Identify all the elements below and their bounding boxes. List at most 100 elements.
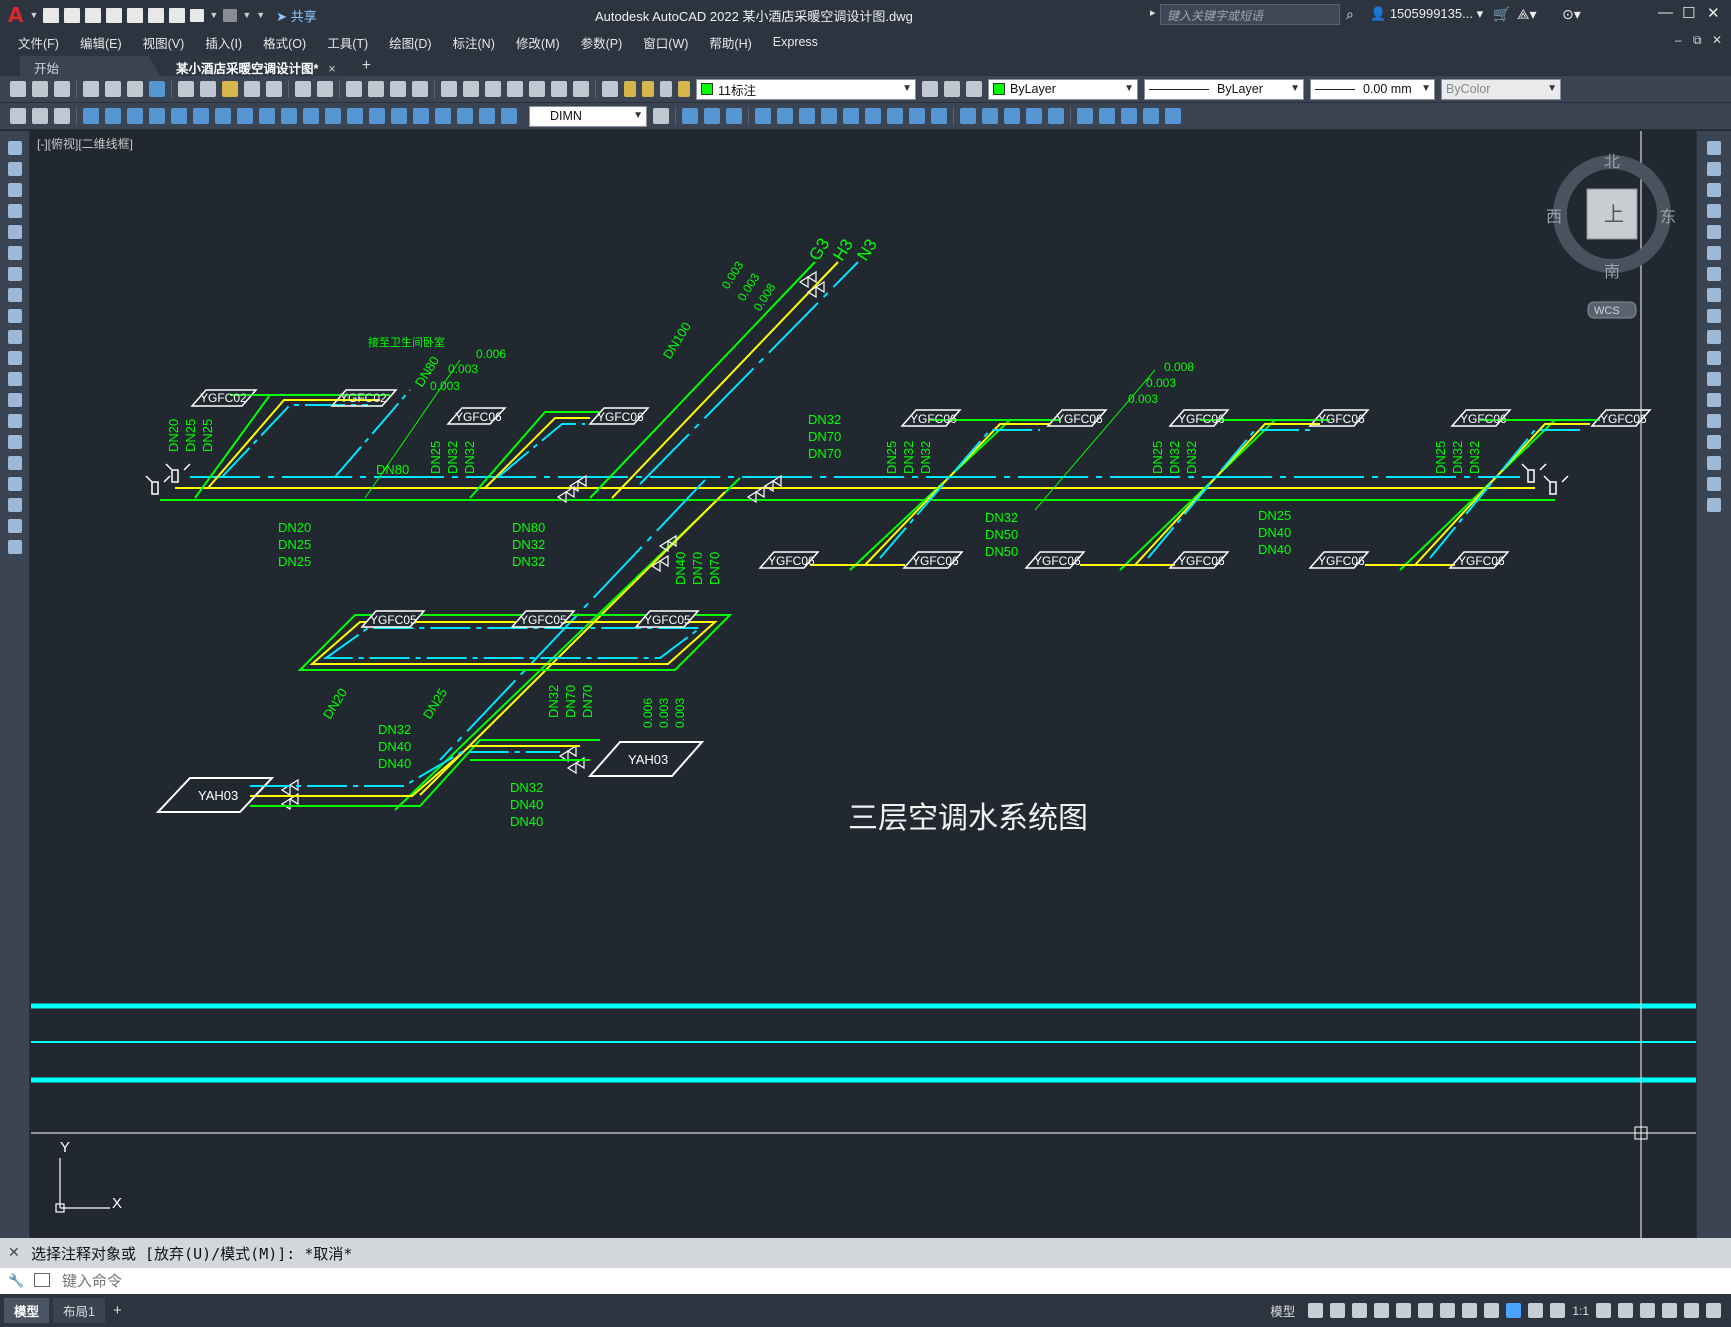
point-icon[interactable]: [8, 414, 22, 428]
menu-tools[interactable]: 工具(T): [327, 33, 368, 52]
user-account-button[interactable]: 👤 1505999135... ▾: [1370, 6, 1483, 22]
transparency-icon[interactable]: [1484, 1303, 1500, 1318]
annotation-scale-value[interactable]: 1:1: [1572, 1304, 1589, 1318]
mirror-icon[interactable]: [726, 108, 742, 124]
qnew-icon[interactable]: [10, 81, 26, 97]
text-front-icon[interactable]: [1143, 108, 1159, 124]
gradient-icon[interactable]: [8, 456, 22, 470]
center-mark-icon[interactable]: [391, 108, 407, 124]
rotate-side-icon[interactable]: [1707, 267, 1721, 281]
menu-modify[interactable]: 修改(M): [516, 33, 560, 52]
tab-drawing[interactable]: 某小酒店采暖空调设计图* ×: [162, 56, 350, 76]
jogged-icon[interactable]: [193, 108, 209, 124]
baseline-icon[interactable]: [281, 108, 297, 124]
erase-icon[interactable]: [682, 108, 698, 124]
dim-update-icon[interactable]: [501, 108, 517, 124]
join-side-icon[interactable]: [1707, 414, 1721, 428]
publish-icon[interactable]: [127, 81, 143, 97]
break-icon[interactable]: [931, 108, 947, 124]
cut-icon[interactable]: [178, 81, 194, 97]
model-space-toggle[interactable]: 模型: [1270, 1301, 1295, 1320]
zoom-realtime-icon[interactable]: [368, 81, 384, 97]
inspection-icon[interactable]: [413, 108, 429, 124]
dim-edit-icon[interactable]: [457, 108, 473, 124]
jogged-linear-icon[interactable]: [435, 108, 451, 124]
tab-layout1[interactable]: 布局1: [53, 1298, 105, 1323]
aligned-dim-icon[interactable]: [105, 108, 121, 124]
menu-view[interactable]: 视图(V): [143, 33, 185, 52]
hatch-back-icon[interactable]: [1165, 108, 1181, 124]
explode-icon[interactable]: [1048, 108, 1064, 124]
drawing-canvas[interactable]: [-][俯视][二维线框] G3 H3 N3 YGFC02 YGFC02 YGF…: [31, 131, 1696, 1238]
customization-menu-icon[interactable]: [1706, 1303, 1721, 1318]
blend-icon[interactable]: [1026, 108, 1042, 124]
menu-express[interactable]: Express: [773, 35, 818, 49]
customize-icon[interactable]: 🔧: [8, 1273, 24, 1289]
selection-cycling-icon[interactable]: [1440, 1303, 1456, 1318]
clean-screen-icon[interactable]: [1684, 1303, 1699, 1318]
layer-combo[interactable]: 11标注 ▼: [696, 78, 916, 100]
zoom-window-icon[interactable]: [390, 81, 406, 97]
save-icon[interactable]: [85, 7, 102, 23]
array-icon[interactable]: [777, 108, 793, 124]
qleader-icon[interactable]: [10, 108, 26, 124]
isolate-icon[interactable]: [1640, 1303, 1655, 1318]
layer-state-icon[interactable]: [966, 81, 982, 97]
fillet-side-icon[interactable]: [1707, 456, 1721, 470]
new-tab-button[interactable]: +: [362, 56, 371, 76]
copy-icon[interactable]: [200, 81, 216, 97]
print-preview-icon[interactable]: [105, 81, 121, 97]
autocad-logo-icon[interactable]: A: [8, 3, 23, 27]
search-expand-icon[interactable]: ▸: [1150, 6, 1156, 19]
help-button[interactable]: ⊙▾: [1562, 6, 1581, 23]
construction-line-icon[interactable]: [8, 162, 22, 176]
tolerance-icon[interactable]: [369, 108, 385, 124]
redo-icon[interactable]: [223, 8, 238, 22]
arc-length-icon[interactable]: [127, 108, 143, 124]
move-side-icon[interactable]: [1707, 246, 1721, 260]
fillet-icon[interactable]: [1004, 108, 1020, 124]
new-file-icon[interactable]: [43, 7, 60, 23]
spline-icon[interactable]: [8, 309, 22, 323]
save-web-icon[interactable]: [148, 7, 165, 23]
region-icon[interactable]: [8, 477, 22, 491]
doc-restore-button[interactable]: ⧉: [1693, 33, 1702, 48]
insert-block-icon[interactable]: [8, 372, 22, 386]
layer-viewport-icon[interactable]: [660, 81, 672, 97]
grid-icon[interactable]: [1308, 1303, 1324, 1318]
compass-north[interactable]: 北: [1604, 153, 1620, 171]
menu-insert[interactable]: 插入(I): [205, 33, 242, 52]
cart-icon[interactable]: 🛒: [1493, 6, 1510, 23]
search-icon[interactable]: ⌕: [1346, 6, 1354, 23]
circle-icon[interactable]: [8, 267, 22, 281]
make-current-layer-icon[interactable]: [922, 81, 938, 97]
print-icon[interactable]: [83, 81, 99, 97]
ordinate-icon[interactable]: [149, 108, 165, 124]
compass-south[interactable]: 南: [1604, 263, 1620, 281]
dim-text-edit-icon[interactable]: [479, 108, 495, 124]
recent-commands-icon[interactable]: [34, 1273, 50, 1287]
menu-file[interactable]: 文件(F): [18, 33, 59, 52]
break-point-icon[interactable]: [1707, 372, 1721, 386]
annotation-scale-icon[interactable]: [1550, 1303, 1566, 1318]
share-button[interactable]: ➤ 共享: [276, 6, 317, 25]
lineweight-combo[interactable]: 0.00 mm ▼: [1310, 78, 1435, 100]
tab-start[interactable]: 开始: [20, 56, 160, 76]
layer-freeze-icon[interactable]: [642, 81, 654, 97]
diameter-icon[interactable]: [215, 108, 231, 124]
undo-toolbar-icon[interactable]: [295, 81, 311, 97]
compass-west[interactable]: 西: [1546, 209, 1562, 226]
line-icon[interactable]: [8, 141, 22, 155]
menu-dimension[interactable]: 标注(N): [453, 33, 495, 52]
continue-icon[interactable]: [303, 108, 319, 124]
make-block-icon[interactable]: [8, 393, 22, 407]
search-input[interactable]: 键入关键字或短语: [1160, 4, 1340, 25]
layer-lock-icon[interactable]: [678, 81, 690, 97]
close-command-icon[interactable]: ✕: [8, 1244, 20, 1261]
osnap-icon[interactable]: [1418, 1303, 1434, 1318]
array-side-icon[interactable]: [1707, 225, 1721, 239]
copy-object-icon[interactable]: [704, 108, 720, 124]
offset-icon[interactable]: [755, 108, 771, 124]
compass-east[interactable]: 东: [1660, 208, 1676, 226]
3d-print-icon[interactable]: [149, 81, 165, 97]
